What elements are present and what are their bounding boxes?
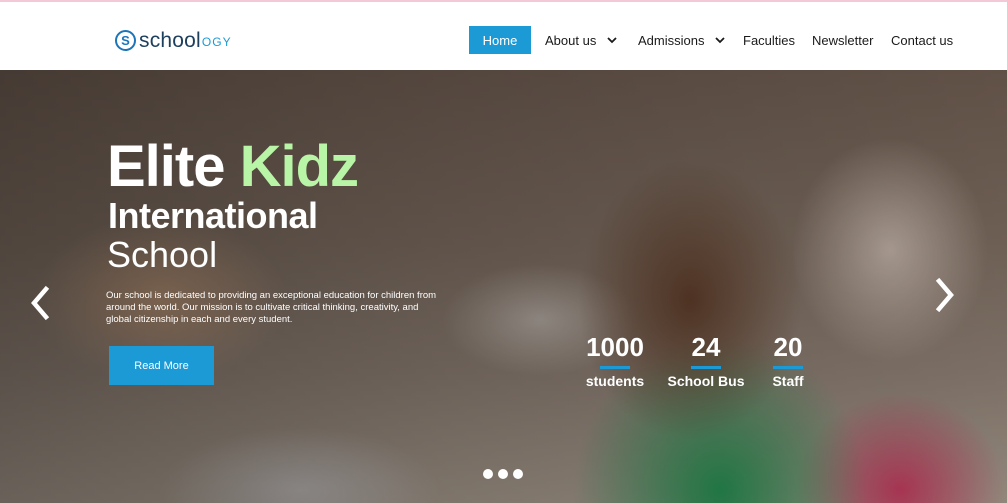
- logo-s-icon: S: [115, 29, 136, 51]
- arrow-left-icon[interactable]: [26, 283, 56, 323]
- stat-staff-label: Staff: [772, 373, 804, 389]
- hero-title-international: International: [108, 195, 318, 236]
- hero-title-elite: Elite: [107, 134, 240, 199]
- nav-newsletter-label: Newsletter: [812, 32, 874, 48]
- nav-admissions[interactable]: Admissions: [638, 26, 726, 54]
- nav-newsletter[interactable]: Newsletter: [812, 26, 873, 54]
- stat-underline: [773, 366, 803, 369]
- stat-students: 1000 students: [577, 334, 653, 388]
- nav-home-label: Home: [482, 32, 518, 48]
- carousel-dots: [483, 469, 523, 479]
- hero-title-school: School: [107, 234, 218, 275]
- stat-students-label: students: [585, 373, 645, 389]
- nav-faculties[interactable]: Faculties: [743, 26, 795, 54]
- logo-text: school: [139, 28, 201, 52]
- carousel-dot-3[interactable]: [513, 469, 523, 479]
- chevron-down-icon: [607, 37, 617, 44]
- stat-school-bus-label: School Bus: [667, 373, 745, 389]
- nav-faculties-label: Faculties: [743, 32, 796, 48]
- stat-students-value: 1000: [586, 332, 644, 362]
- stat-underline: [691, 366, 721, 369]
- carousel-dot-1[interactable]: [483, 469, 493, 479]
- hero-title: Elite Kidz: [107, 138, 359, 196]
- carousel-dot-2[interactable]: [498, 469, 508, 479]
- logo-suffix: OGY: [201, 35, 232, 49]
- stat-staff: 20 Staff: [763, 334, 813, 388]
- nav-admissions-label: Admissions: [638, 32, 705, 48]
- chevron-down-icon: [715, 37, 726, 44]
- stat-underline: [600, 366, 630, 369]
- hero-slider: Elite Kidz International School Our scho…: [0, 70, 1007, 503]
- nav-home[interactable]: Home: [469, 26, 531, 54]
- read-more-label: Read More: [134, 359, 189, 372]
- hero-title-kidz: Kidz: [239, 134, 359, 199]
- stat-school-bus: 24 School Bus: [666, 334, 746, 388]
- read-more-button[interactable]: Read More: [109, 346, 214, 385]
- nav-contact-label: Contact us: [891, 32, 954, 48]
- stat-staff-value: 20: [773, 332, 803, 362]
- nav-contact-us[interactable]: Contact us: [891, 26, 953, 54]
- nav-about-label: About us: [545, 32, 597, 48]
- site-header: S school OGY Home About us Admissions Fa…: [0, 2, 1007, 70]
- stat-school-bus-value: 24: [691, 332, 721, 362]
- hero-description: Our school is dedicated to providing an …: [106, 290, 437, 325]
- arrow-right-icon[interactable]: [930, 275, 960, 315]
- nav-about-us[interactable]: About us: [545, 26, 618, 54]
- schoology-logo[interactable]: S school OGY: [115, 28, 232, 52]
